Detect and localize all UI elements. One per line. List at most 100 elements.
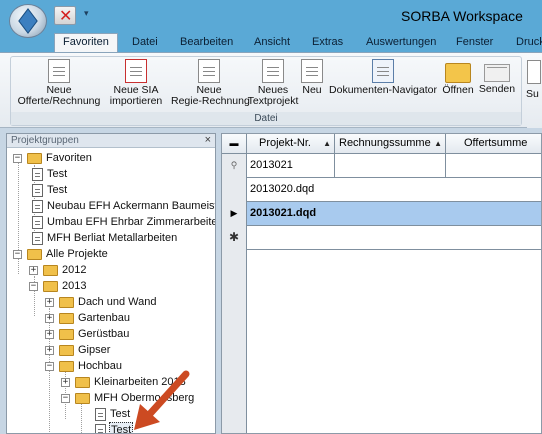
- expand-icon[interactable]: +: [29, 266, 38, 275]
- tree-node-label: 2012: [62, 264, 87, 276]
- search-label[interactable]: Su: [526, 88, 539, 100]
- sort-ascending-icon: ▲: [434, 139, 442, 148]
- folder-icon: [59, 313, 74, 324]
- quick-access-close-button[interactable]: ✕: [54, 6, 76, 25]
- collapse-icon[interactable]: −: [13, 154, 22, 163]
- red-x-icon: ✕: [59, 6, 73, 25]
- column-header-offertsumme[interactable]: Offertsumme: [446, 134, 541, 154]
- new-row-cell[interactable]: [247, 226, 541, 249]
- tree-node-alle-projekte[interactable]: − Alle Projekte: [13, 246, 213, 262]
- import-sia-button[interactable]: Neue SIA importieren: [104, 59, 168, 107]
- document-navigator-button[interactable]: Dokumenten-Navigator: [327, 59, 439, 96]
- tree-node-label: MFH Berliat Metallarbeiten: [47, 232, 178, 244]
- close-icon[interactable]: ×: [205, 134, 211, 147]
- folder-icon: [59, 329, 74, 340]
- new-text-project-button[interactable]: Neues Textprojekt: [245, 59, 301, 107]
- sort-ascending-icon: ▲: [323, 139, 331, 148]
- column-header-label: Projekt-Nr.: [259, 137, 311, 149]
- tree-node-favoriten[interactable]: − Favoriten: [13, 150, 213, 166]
- collapse-icon[interactable]: −: [29, 282, 38, 291]
- application-menu-button[interactable]: [9, 4, 47, 38]
- new-offer-invoice-button[interactable]: Neue Offerte/Rechnung: [17, 59, 101, 107]
- document-icon: [32, 232, 43, 245]
- collapse-icon[interactable]: −: [13, 250, 22, 259]
- tree-node-gipser[interactable]: + Gipser: [45, 342, 213, 358]
- collapse-icon[interactable]: −: [61, 394, 70, 403]
- tree-node-label: Umbau EFH Ehrbar Zimmerarbeiten: [47, 216, 216, 228]
- regie-invoice-icon: [198, 59, 220, 83]
- filter-row[interactable]: ⚲ 2013021: [222, 154, 541, 178]
- group-row-label: 2013021.dqd: [247, 202, 541, 225]
- table-row[interactable]: 2013020.dqd: [222, 178, 541, 202]
- filter-cell-projekt-nr[interactable]: 2013021: [247, 154, 335, 177]
- expand-icon[interactable]: +: [61, 378, 70, 387]
- expand-icon[interactable]: +: [45, 346, 54, 355]
- new-button[interactable]: Neu: [300, 59, 324, 96]
- folder-open-icon: [59, 361, 74, 372]
- document-icon: [32, 168, 43, 181]
- app-logo-icon: [18, 8, 38, 34]
- current-row-indicator-icon: ▶: [222, 202, 247, 226]
- open-label: Öffnen: [442, 84, 474, 96]
- new-regie-invoice-label: Neue Regie-Rechnung: [171, 84, 250, 107]
- new-regie-invoice-button[interactable]: Neue Regie-Rechnung: [171, 59, 250, 107]
- open-button[interactable]: Öffnen: [439, 59, 477, 96]
- annotation-arrow-icon: [134, 370, 190, 430]
- table-row-active[interactable]: ▶ 2013021.dqd: [222, 202, 541, 226]
- tree-node-2013[interactable]: − 2013: [29, 278, 213, 294]
- new-row-icon: ✱: [222, 226, 247, 250]
- tree-node-mfh-berliat[interactable]: MFH Berliat Metallarbeiten: [29, 230, 213, 246]
- tree-node-label: Test: [47, 168, 68, 180]
- expand-icon[interactable]: +: [45, 330, 54, 339]
- tab-fenster[interactable]: Fenster: [456, 34, 493, 52]
- expand-icon[interactable]: +: [45, 298, 54, 307]
- tab-druck[interactable]: Druck: [516, 34, 542, 52]
- folder-icon: [43, 265, 58, 276]
- folder-open-icon: [75, 393, 90, 404]
- filter-icon: ⚲: [222, 154, 247, 178]
- tree-node-label: Hochbau: [78, 360, 123, 372]
- new-text-project-label: Neues Textprojekt: [247, 84, 299, 107]
- tree-node-2012[interactable]: + 2012: [29, 262, 213, 278]
- window-title: SORBA Workspace: [401, 8, 523, 24]
- send-button[interactable]: Senden: [477, 59, 517, 95]
- tree-node-test[interactable]: Test: [29, 182, 213, 198]
- row-selector[interactable]: [222, 178, 247, 202]
- new-row[interactable]: ✱: [222, 226, 541, 250]
- document-icon: [32, 216, 43, 229]
- column-header-projekt-nr[interactable]: Projekt-Nr. ▲: [247, 134, 335, 154]
- collapse-icon[interactable]: −: [45, 362, 54, 371]
- open-folder-icon: [445, 63, 471, 83]
- tab-datei[interactable]: Datei: [132, 34, 158, 52]
- folder-icon: [59, 297, 74, 308]
- tab-favoriten[interactable]: Favoriten: [54, 33, 118, 52]
- expand-icon[interactable]: +: [45, 314, 54, 323]
- tree-node-gartenbau[interactable]: + Gartenbau: [45, 310, 213, 326]
- column-header-label: Rechnungssumme: [339, 137, 431, 149]
- tree-node-neubau-efh[interactable]: Neubau EFH Ackermann Baumeister: [29, 198, 215, 214]
- tab-ansicht[interactable]: Ansicht: [254, 34, 290, 52]
- new-document-icon: [301, 59, 323, 83]
- panel-header: Projektgruppen ×: [7, 134, 215, 148]
- panel-title: Projektgruppen: [11, 135, 79, 146]
- tree-node-umbau-efh[interactable]: Umbau EFH Ehrbar Zimmerarbeiten: [29, 214, 216, 230]
- search-icon[interactable]: [527, 60, 541, 84]
- tree-node-label: Gartenbau: [78, 312, 130, 324]
- tab-auswertungen[interactable]: Auswertungen: [366, 34, 436, 52]
- quick-access-dropdown-icon[interactable]: ▾: [84, 8, 89, 19]
- tab-bearbeiten[interactable]: Bearbeiten: [180, 34, 233, 52]
- column-header-rechnungssumme[interactable]: Rechnungssumme ▲: [335, 134, 446, 154]
- send-mail-icon: [484, 64, 510, 82]
- ribbon-tab-bar: Favoriten Datei Bearbeiten Ansicht Extra…: [0, 32, 542, 52]
- tree-node-geruestbau[interactable]: + Gerüstbau: [45, 326, 213, 342]
- tab-extras[interactable]: Extras: [312, 34, 343, 52]
- tree-node-label: Dach und Wand: [78, 296, 157, 308]
- tree-node-label: Favoriten: [46, 152, 92, 164]
- tree-node-test[interactable]: Test: [29, 166, 213, 182]
- filter-cell-rechnungssumme[interactable]: [335, 154, 446, 177]
- filter-cell-offertsumme[interactable]: [446, 154, 541, 177]
- column-header-label: Offertsumme: [464, 137, 528, 149]
- tree-node-dach-und-wand[interactable]: + Dach und Wand: [45, 294, 213, 310]
- document-navigator-label: Dokumenten-Navigator: [329, 84, 437, 96]
- grid-corner-button[interactable]: ▬: [222, 134, 247, 154]
